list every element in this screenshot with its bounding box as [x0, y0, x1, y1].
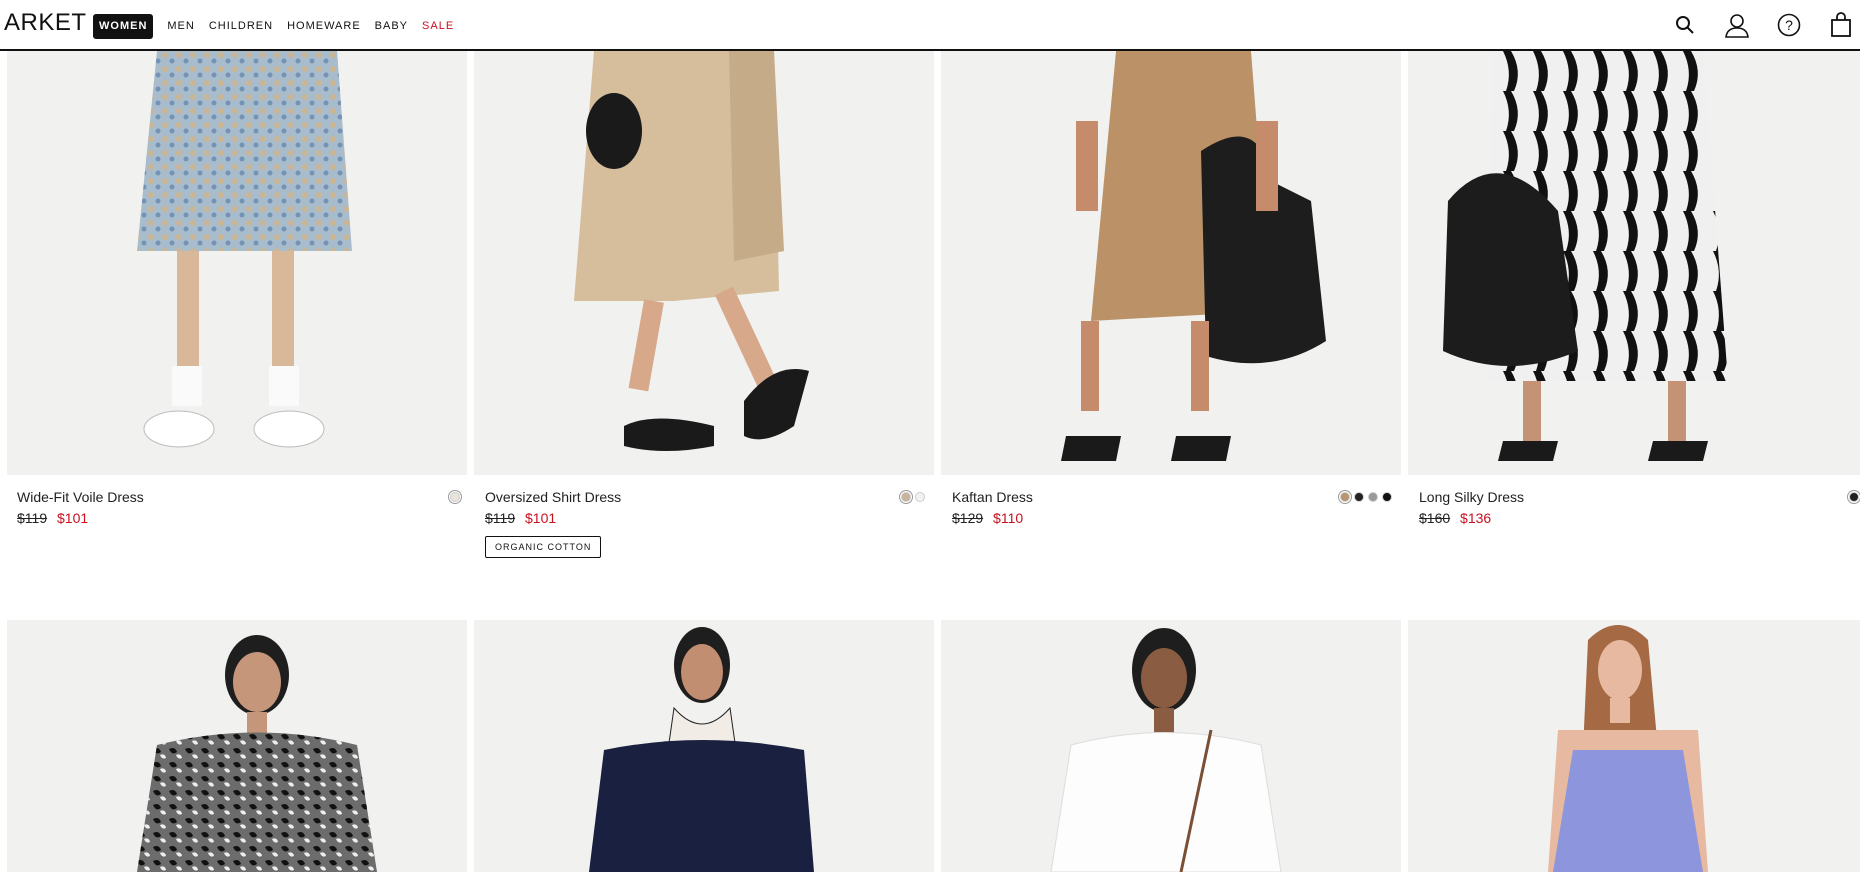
color-swatch[interactable]	[1354, 492, 1364, 502]
nav-children[interactable]: CHILDREN	[209, 14, 273, 39]
price-row: $119 $101	[485, 510, 556, 526]
sale-price: $136	[1460, 510, 1492, 526]
price-row: $119 $101	[17, 510, 88, 526]
main-nav: WOMEN MEN CHILDREN HOMEWARE BABY SALE	[93, 14, 468, 39]
color-swatch[interactable]	[915, 492, 925, 502]
color-swatches	[897, 492, 925, 502]
original-price: $119	[485, 510, 516, 526]
product-photo-navy-top	[474, 620, 934, 872]
nav-homeware[interactable]: HOMEWARE	[287, 14, 361, 39]
search-icon[interactable]	[1670, 10, 1700, 40]
product-image[interactable]	[7, 620, 467, 872]
bag-icon[interactable]	[1826, 10, 1856, 40]
help-icon[interactable]: ?	[1774, 10, 1804, 40]
product-photo-silky-dress	[1408, 51, 1860, 475]
nav-baby[interactable]: BABY	[375, 14, 408, 39]
color-swatch[interactable]	[1382, 492, 1392, 502]
product-card[interactable]: Wide-Fit Voile Dress $119 $101	[0, 0, 467, 560]
color-swatches	[446, 492, 460, 502]
sale-price: $110	[993, 510, 1024, 526]
product-image[interactable]	[7, 51, 467, 475]
account-icon[interactable]	[1722, 10, 1752, 40]
sale-price: $101	[525, 510, 557, 526]
product-name[interactable]: Long Silky Dress	[1419, 489, 1524, 505]
original-price: $129	[952, 510, 984, 526]
logo[interactable]: ARKET	[4, 9, 87, 37]
product-photo-lilac-dress	[1408, 620, 1860, 872]
product-card[interactable]: Oversized Shirt Dress $119 $101 ORGANIC …	[467, 0, 934, 560]
original-price: $160	[1419, 510, 1451, 526]
color-swatch[interactable]	[1368, 492, 1378, 502]
product-name[interactable]: Oversized Shirt Dress	[485, 489, 621, 505]
product-image[interactable]	[1408, 51, 1860, 475]
svg-text:?: ?	[1785, 17, 1793, 33]
product-image[interactable]	[941, 620, 1401, 872]
product-photo-shirt-dress	[474, 51, 934, 475]
color-swatches	[1336, 492, 1392, 502]
color-swatch[interactable]	[1340, 492, 1350, 502]
product-image[interactable]	[941, 51, 1401, 475]
price-row: $160 $136	[1419, 510, 1491, 526]
product-card[interactable]: Long Silky Dress $160 $136	[1401, 0, 1860, 560]
sale-price: $101	[57, 510, 89, 526]
product-image[interactable]	[474, 51, 934, 475]
organic-cotton-tag: ORGANIC COTTON	[485, 536, 602, 558]
nav-men[interactable]: MEN	[167, 14, 194, 39]
product-photo-kaftan-dress	[941, 51, 1401, 475]
product-photo-white-blouse	[941, 620, 1401, 872]
product-name[interactable]: Kaftan Dress	[952, 489, 1033, 505]
nav-sale[interactable]: SALE	[422, 14, 454, 39]
product-photo-floral-dress	[7, 51, 467, 475]
price-row: $129 $110	[952, 510, 1023, 526]
color-swatch[interactable]	[901, 492, 911, 502]
header-actions: ?	[1670, 10, 1856, 40]
nav-women[interactable]: WOMEN	[93, 14, 154, 39]
color-swatch[interactable]	[450, 492, 460, 502]
original-price: $119	[17, 510, 48, 526]
product-image[interactable]	[1408, 620, 1860, 872]
product-photo-printed-blouse	[7, 620, 467, 872]
product-image[interactable]	[474, 620, 934, 872]
site-header: ARKET WOMEN MEN CHILDREN HOMEWARE BABY S…	[0, 0, 1860, 51]
color-swatch[interactable]	[1849, 492, 1859, 502]
color-swatches	[1845, 492, 1859, 502]
product-name[interactable]: Wide-Fit Voile Dress	[17, 489, 144, 505]
product-card[interactable]: Kaftan Dress $129 $110	[934, 0, 1401, 560]
